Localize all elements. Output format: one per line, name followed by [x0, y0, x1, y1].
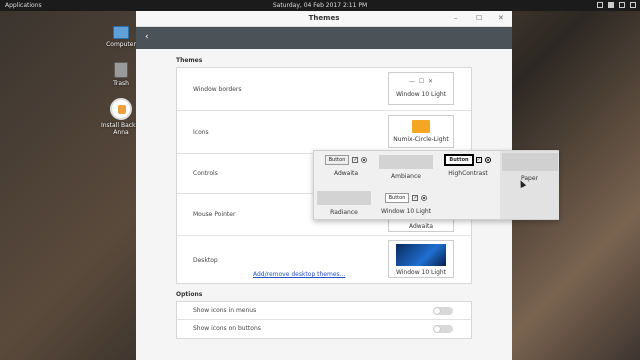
row-icons: Icons Numix-Circle-Light	[177, 111, 471, 154]
row-label: Show icons on buttons	[193, 325, 261, 332]
theme-preview: Button ✓	[316, 155, 376, 165]
header-bar: ‹	[136, 27, 512, 49]
system-tray	[597, 2, 636, 8]
row-desktop: Desktop Add/remove desktop themes... Win…	[177, 236, 471, 283]
theme-option-radiance[interactable]: Radiance	[316, 191, 372, 216]
themes-heading: Themes	[176, 57, 203, 64]
radio-icon	[484, 156, 491, 163]
preview-button: Button	[384, 193, 410, 203]
chooser-label: Numix-Circle-Light	[393, 136, 449, 143]
window-controls-preview-icon: — ☐ ✕	[408, 78, 434, 85]
row-label: Window borders	[193, 86, 242, 93]
options-heading: Options	[176, 291, 203, 298]
desktop-chooser[interactable]: Window 10 Light	[388, 240, 454, 278]
titlebar[interactable]: Themes – ☐ ✕	[136, 11, 512, 27]
show-icons-menus-toggle[interactable]	[433, 307, 453, 315]
installer-icon	[110, 98, 132, 120]
row-show-icons-buttons: Show icons on buttons	[177, 320, 471, 338]
row-label: Icons	[193, 129, 209, 136]
volume-icon[interactable]	[619, 2, 625, 8]
minimize-icon[interactable]: –	[454, 14, 458, 22]
maximize-icon[interactable]: ☐	[476, 14, 482, 22]
row-label: Show icons in menus	[193, 307, 257, 314]
radio-icon	[421, 194, 428, 201]
radio-icon	[361, 156, 368, 163]
theme-option-paper[interactable]: Paper	[500, 151, 559, 219]
computer-icon	[113, 26, 129, 39]
chooser-label: Window 10 Light	[395, 269, 447, 276]
theme-option-label: Adwaita	[333, 170, 359, 177]
mouse-pointer-chooser[interactable]: Adwaita	[388, 218, 454, 232]
row-show-icons-menus: Show icons in menus	[177, 302, 471, 320]
checkbox-icon: ✓	[475, 156, 482, 163]
network-icon[interactable]	[608, 2, 614, 8]
row-label: Controls	[193, 170, 218, 177]
top-panel: Applications Saturday, 04 Feb 2017 2:11 …	[0, 0, 640, 11]
theme-preview: Button ✓	[376, 193, 436, 203]
desktop-preview-thumbnail	[396, 244, 446, 266]
theme-preview: Button ✓	[438, 155, 498, 165]
theme-preview	[379, 155, 433, 169]
clock[interactable]: Saturday, 04 Feb 2017 2:11 PM	[0, 2, 640, 9]
checkbox-icon: ✓	[352, 156, 359, 163]
power-icon[interactable]	[630, 2, 636, 8]
row-window-borders: Window borders — ☐ ✕ Window 10 Light	[177, 68, 471, 111]
folder-icon	[412, 120, 430, 133]
theme-option-label: Radiance	[330, 209, 358, 216]
close-icon[interactable]: ✕	[498, 14, 504, 22]
theme-option-highcontrast[interactable]: Button ✓ HighContrast	[438, 155, 498, 177]
theme-option-label: Ambiance	[391, 173, 421, 180]
chooser-label: Window 10 Light	[395, 91, 447, 98]
theme-option-label: Paper	[521, 175, 538, 182]
theme-preview	[317, 191, 371, 205]
trash-icon	[114, 62, 128, 78]
preview-button: Button	[324, 155, 350, 165]
theme-option-label: HighContrast	[448, 170, 488, 177]
row-label: Mouse Pointer	[193, 211, 236, 218]
theme-option-window-10-light[interactable]: Button ✓ Window 10 Light	[376, 193, 436, 215]
show-icons-buttons-toggle[interactable]	[433, 325, 453, 333]
icons-chooser[interactable]: Numix-Circle-Light	[388, 115, 454, 148]
add-remove-desktop-themes-link[interactable]: Add/remove desktop themes...	[253, 271, 345, 278]
chooser-label: Adwaita	[408, 223, 434, 230]
window-borders-chooser[interactable]: — ☐ ✕ Window 10 Light	[388, 72, 454, 105]
row-label: Desktop	[193, 257, 218, 264]
options-panel: Show icons in menus Show icons on button…	[176, 301, 472, 339]
back-icon[interactable]: ‹	[145, 32, 149, 42]
checkbox-icon: ✓	[412, 194, 419, 201]
theme-preview	[501, 153, 558, 171]
theme-option-ambiance[interactable]: Ambiance	[378, 155, 434, 180]
theme-option-label: Window 10 Light	[380, 208, 432, 215]
preview-button: Button	[445, 155, 473, 165]
theme-option-adwaita[interactable]: Button ✓ Adwaita	[316, 155, 376, 177]
window-list-icon[interactable]	[597, 2, 603, 8]
